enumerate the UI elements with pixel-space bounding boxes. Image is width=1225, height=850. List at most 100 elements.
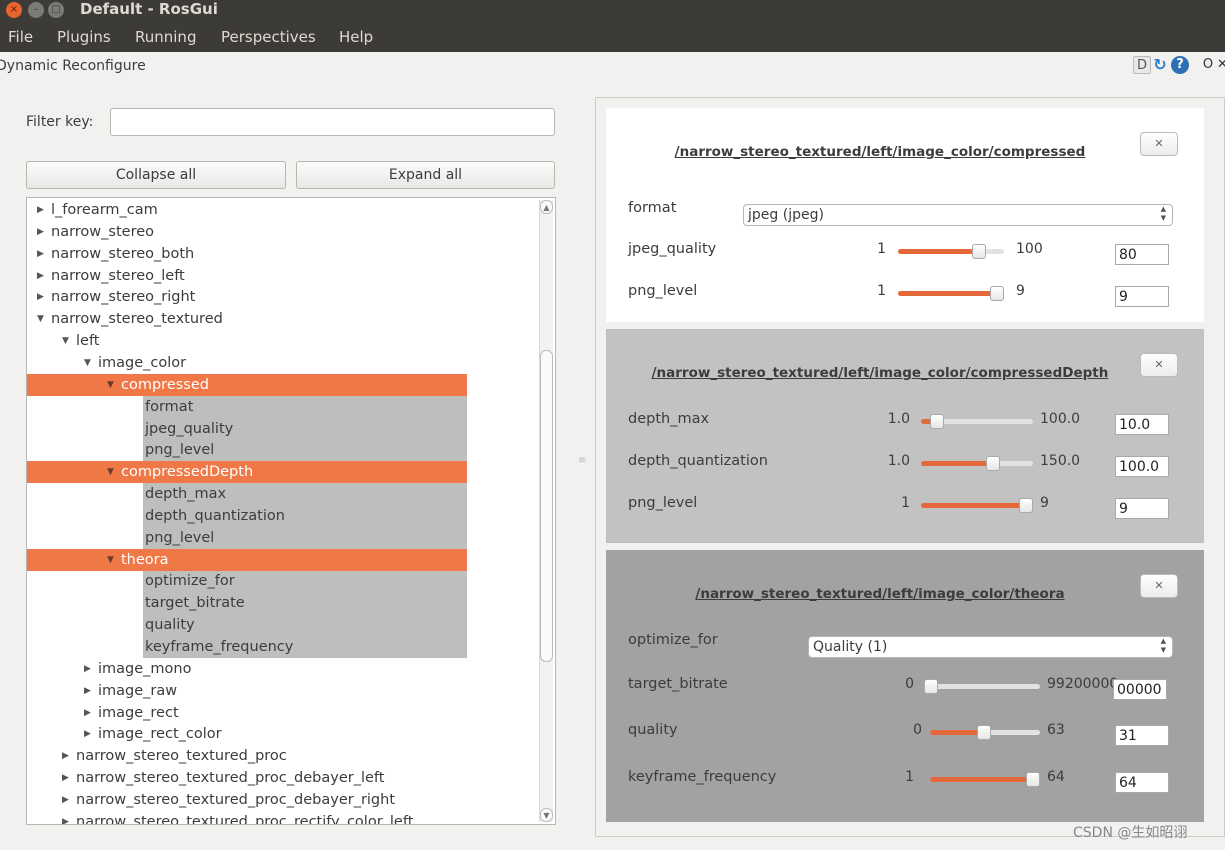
tree-item[interactable]: png_level <box>143 526 467 549</box>
tree-item[interactable]: quality <box>143 614 467 637</box>
tree-item[interactable]: ▶ l_forearm_cam <box>27 199 537 221</box>
slider-handle[interactable] <box>985 456 1000 471</box>
tree-item[interactable]: ▶ narrow_stereo_left <box>27 265 537 287</box>
param-group-title[interactable]: /narrow_stereo_textured/left/image_color… <box>606 365 1154 381</box>
tree-item[interactable]: ▼ theora <box>27 548 467 571</box>
param-value-input[interactable]: 64 <box>1115 772 1169 793</box>
collapsed-arrow-icon[interactable]: ▶ <box>37 199 51 221</box>
tree-item[interactable]: ▶ narrow_stereo <box>27 221 537 243</box>
tree-item[interactable]: ▼ left <box>27 330 537 352</box>
tree-item[interactable]: ▶ narrow_stereo_textured_proc_rectify_col… <box>27 811 537 824</box>
slider-handle[interactable] <box>924 679 938 694</box>
tree-item[interactable]: ▼ compressedDepth <box>27 461 467 484</box>
collapsed-arrow-icon[interactable]: ▶ <box>37 221 51 243</box>
param-slider[interactable] <box>930 772 1040 787</box>
param-value-input[interactable]: 00000 <box>1113 679 1167 700</box>
collapsed-arrow-icon[interactable]: ▶ <box>84 658 98 680</box>
expand-all-button[interactable]: Expand all <box>296 161 555 189</box>
collapsed-arrow-icon[interactable]: ▶ <box>84 680 98 702</box>
expanded-arrow-icon[interactable]: ▼ <box>37 308 51 330</box>
window-close-button[interactable]: × <box>6 2 22 18</box>
menu-help[interactable]: Help <box>339 28 373 46</box>
slider-handle[interactable] <box>977 725 992 740</box>
tree-item[interactable]: optimize_for <box>143 570 467 593</box>
tree-item[interactable]: ▶ image_mono <box>27 658 537 680</box>
scroll-down-icon[interactable]: ▼ <box>540 808 553 822</box>
tree-item[interactable]: ▶ image_rect <box>27 702 537 724</box>
slider-handle[interactable] <box>971 244 986 259</box>
collapsed-arrow-icon[interactable]: ▶ <box>62 789 76 811</box>
close-group-button[interactable]: ✕ <box>1140 353 1178 377</box>
expanded-arrow-icon[interactable]: ▼ <box>107 461 121 483</box>
close-group-button[interactable]: ✕ <box>1140 574 1178 598</box>
pane-splitter-handle[interactable]: ≡ <box>578 456 586 472</box>
tree-item[interactable]: keyframe_frequency <box>143 636 467 658</box>
slider-handle[interactable] <box>1026 772 1040 787</box>
tree-item[interactable]: target_bitrate <box>143 592 467 615</box>
param-slider[interactable] <box>898 286 1004 301</box>
tree-item[interactable]: ▶ image_rect_color <box>27 723 537 745</box>
expanded-arrow-icon[interactable]: ▼ <box>84 352 98 374</box>
tree-item[interactable]: ▶ narrow_stereo_both <box>27 243 537 265</box>
param-slider[interactable] <box>924 679 1040 694</box>
tree-item[interactable]: ▼ narrow_stereo_textured <box>27 308 537 330</box>
d-icon[interactable]: D <box>1133 56 1151 74</box>
tree-item[interactable]: ▶ narrow_stereo_right <box>27 286 537 308</box>
help-icon[interactable]: ? <box>1171 56 1189 74</box>
tree-item[interactable]: jpeg_quality <box>143 417 467 440</box>
param-value-input[interactable]: 80 <box>1115 244 1169 265</box>
tree-item[interactable]: format <box>143 395 467 418</box>
param-group-title[interactable]: /narrow_stereo_textured/left/image_color… <box>606 144 1154 160</box>
slider-handle[interactable] <box>990 286 1004 301</box>
scroll-thumb[interactable] <box>540 350 553 662</box>
close-plugin-icon[interactable]: ✕ <box>1217 56 1225 74</box>
collapsed-arrow-icon[interactable]: ▶ <box>37 265 51 287</box>
tree-item[interactable]: png_level <box>143 439 467 462</box>
collapsed-arrow-icon[interactable]: ▶ <box>62 745 76 767</box>
window-maximize-button[interactable]: □ <box>48 2 64 18</box>
window-minimize-button[interactable]: – <box>28 2 44 18</box>
menu-file[interactable]: File <box>8 28 33 46</box>
tree-item[interactable]: depth_max <box>143 483 467 506</box>
collapsed-arrow-icon[interactable]: ▶ <box>62 767 76 789</box>
scroll-up-icon[interactable]: ▲ <box>540 200 553 214</box>
expanded-arrow-icon[interactable]: ▼ <box>107 374 121 396</box>
param-value-input[interactable]: 100.0 <box>1115 456 1169 477</box>
param-select[interactable]: Quality (1) ▲ ▼ <box>808 636 1173 658</box>
collapsed-arrow-icon[interactable]: ▶ <box>84 702 98 724</box>
tree-item[interactable]: depth_quantization <box>143 504 467 527</box>
filter-key-input[interactable] <box>110 108 555 136</box>
tree-item[interactable]: ▶ narrow_stereo_textured_proc <box>27 745 537 767</box>
collapsed-arrow-icon[interactable]: ▶ <box>37 286 51 308</box>
reload-icon[interactable]: ↻ <box>1151 56 1169 74</box>
param-select[interactable]: jpeg (jpeg) ▲ ▼ <box>743 204 1173 226</box>
param-slider[interactable] <box>930 725 1040 740</box>
tree-item[interactable]: ▼ compressed <box>27 373 467 396</box>
options-icon[interactable]: O <box>1199 56 1217 74</box>
param-slider[interactable] <box>921 498 1033 513</box>
tree-item[interactable]: ▶ narrow_stereo_textured_proc_debayer_lef… <box>27 767 537 789</box>
expanded-arrow-icon[interactable]: ▼ <box>107 549 121 571</box>
menu-running[interactable]: Running <box>135 28 196 46</box>
tree-item[interactable]: ▶ image_raw <box>27 680 537 702</box>
close-group-button[interactable]: ✕ <box>1140 132 1178 156</box>
expanded-arrow-icon[interactable]: ▼ <box>62 330 76 352</box>
param-value-input[interactable]: 9 <box>1115 286 1169 307</box>
slider-handle[interactable] <box>1019 498 1033 513</box>
tree-scrollbar[interactable]: ▲ ▼ <box>539 200 553 822</box>
param-slider[interactable] <box>921 456 1033 471</box>
collapse-all-button[interactable]: Collapse all <box>26 161 286 189</box>
collapsed-arrow-icon[interactable]: ▶ <box>62 811 76 824</box>
param-slider[interactable] <box>898 244 1004 259</box>
param-value-input[interactable]: 31 <box>1115 725 1169 746</box>
param-slider[interactable] <box>921 414 1033 429</box>
tree-item[interactable]: ▼ image_color <box>27 352 537 374</box>
param-value-input[interactable]: 10.0 <box>1115 414 1169 435</box>
param-value-input[interactable]: 9 <box>1115 498 1169 519</box>
param-group-title[interactable]: /narrow_stereo_textured/left/image_color… <box>606 586 1154 602</box>
menu-plugins[interactable]: Plugins <box>57 28 111 46</box>
tree-item[interactable]: ▶ narrow_stereo_textured_proc_debayer_rig… <box>27 789 537 811</box>
slider-handle[interactable] <box>929 414 944 429</box>
collapsed-arrow-icon[interactable]: ▶ <box>84 723 98 745</box>
menu-perspectives[interactable]: Perspectives <box>221 28 316 46</box>
